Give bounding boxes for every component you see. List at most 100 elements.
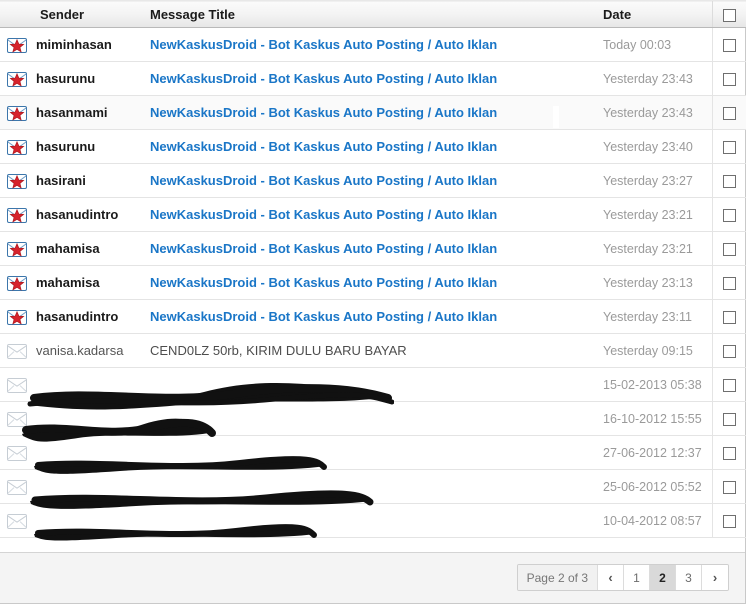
sender-cell[interactable]: [34, 503, 146, 538]
message-status-icon-cell: [0, 401, 34, 436]
column-header-sender[interactable]: Sender: [34, 0, 146, 28]
message-title-link[interactable]: NewKaskusDroid - Bot Kaskus Auto Posting…: [150, 275, 497, 290]
envelope-new-star-icon[interactable]: [7, 71, 27, 87]
envelope-new-star-icon[interactable]: [7, 105, 27, 121]
message-title-cell[interactable]: NewKaskusDroid - Bot Kaskus Auto Posting…: [146, 163, 594, 198]
row-checkbox[interactable]: [722, 175, 736, 189]
pagination-page-1[interactable]: 1: [624, 565, 650, 590]
envelope-new-star-icon[interactable]: [7, 309, 27, 325]
table-row[interactable]: vanisa.kadarsa CEND0LZ 50rb, KIRIM DULU B…: [0, 333, 746, 368]
table-row[interactable]: mahamisa NewKaskusDroid - Bot Kaskus Auto…: [0, 265, 746, 300]
row-select-cell: [711, 401, 746, 436]
message-title-cell[interactable]: CEND0LZ 50rb, KIRIM DULU BARU BAYAR: [146, 333, 594, 368]
sender-cell[interactable]: hasurunu: [34, 61, 146, 96]
row-checkbox[interactable]: [722, 209, 736, 223]
row-checkbox[interactable]: [722, 413, 736, 427]
date-cell: 16-10-2012 15:55: [594, 401, 712, 436]
sender-cell[interactable]: hasirani: [34, 163, 146, 198]
message-title-cell[interactable]: NewKaskusDroid - Bot Kaskus Auto Posting…: [146, 27, 594, 62]
sender-cell[interactable]: mahamisa: [34, 231, 146, 266]
sender-cell[interactable]: [34, 469, 146, 504]
message-title-cell[interactable]: NewKaskusDroid - Bot Kaskus Auto Posting…: [146, 95, 594, 130]
table-row[interactable]: miminhasan NewKaskusDroid - Bot Kaskus Au…: [0, 27, 746, 62]
table-row[interactable]: 10-04-2012 08:57: [0, 503, 746, 538]
table-row[interactable]: 25-06-2012 05:52: [0, 469, 746, 504]
row-checkbox[interactable]: [722, 447, 736, 461]
row-checkbox[interactable]: [722, 39, 736, 53]
table-row[interactable]: 16-10-2012 15:55: [0, 401, 746, 436]
sender-cell[interactable]: hasurunu: [34, 129, 146, 164]
envelope-read-icon[interactable]: [7, 343, 27, 359]
message-title-cell[interactable]: [146, 367, 594, 402]
table-row[interactable]: 15-02-2013 05:38: [0, 367, 746, 402]
row-checkbox[interactable]: [722, 345, 736, 359]
message-title-cell[interactable]: [146, 469, 594, 504]
pagination-next-button[interactable]: ›: [702, 565, 728, 590]
date-cell: Yesterday 23:43: [594, 95, 712, 130]
message-title-link[interactable]: NewKaskusDroid - Bot Kaskus Auto Posting…: [150, 37, 497, 52]
date-cell: Yesterday 23:40: [594, 129, 712, 164]
row-checkbox[interactable]: [722, 73, 736, 87]
row-checkbox[interactable]: [722, 141, 736, 155]
sender-cell[interactable]: miminhasan: [34, 27, 146, 62]
select-all-checkbox[interactable]: [722, 8, 736, 22]
message-title-cell[interactable]: NewKaskusDroid - Bot Kaskus Auto Posting…: [146, 197, 594, 232]
column-header-message-title[interactable]: Message Title: [146, 0, 594, 28]
table-row[interactable]: hasanudintro NewKaskusDroid - Bot Kaskus …: [0, 197, 746, 232]
envelope-new-star-icon[interactable]: [7, 139, 27, 155]
message-title-text[interactable]: CEND0LZ 50rb, KIRIM DULU BARU BAYAR: [150, 343, 407, 358]
pagination-page-3[interactable]: 3: [676, 565, 702, 590]
message-title-link[interactable]: NewKaskusDroid - Bot Kaskus Auto Posting…: [150, 207, 497, 222]
sender-cell[interactable]: [34, 401, 146, 436]
message-title-link[interactable]: NewKaskusDroid - Bot Kaskus Auto Posting…: [150, 309, 497, 324]
table-row[interactable]: hasanmami NewKaskusDroid - Bot Kaskus Aut…: [0, 95, 746, 130]
sender-cell[interactable]: vanisa.kadarsa: [34, 333, 146, 368]
sender-cell[interactable]: hasanudintro: [34, 197, 146, 232]
envelope-new-star-icon[interactable]: [7, 275, 27, 291]
message-title-link[interactable]: NewKaskusDroid - Bot Kaskus Auto Posting…: [150, 105, 497, 120]
table-row[interactable]: hasirani NewKaskusDroid - Bot Kaskus Auto…: [0, 163, 746, 198]
sender-cell[interactable]: hasanmami: [34, 95, 146, 130]
sender-cell[interactable]: mahamisa: [34, 265, 146, 300]
envelope-read-icon[interactable]: [7, 445, 27, 461]
envelope-new-star-icon[interactable]: [7, 241, 27, 257]
message-title-cell[interactable]: NewKaskusDroid - Bot Kaskus Auto Posting…: [146, 61, 594, 96]
message-title-cell[interactable]: NewKaskusDroid - Bot Kaskus Auto Posting…: [146, 265, 594, 300]
message-title-link[interactable]: NewKaskusDroid - Bot Kaskus Auto Posting…: [150, 139, 497, 154]
pagination-prev-button[interactable]: ‹: [598, 565, 624, 590]
message-title-cell[interactable]: NewKaskusDroid - Bot Kaskus Auto Posting…: [146, 231, 594, 266]
row-checkbox[interactable]: [722, 277, 736, 291]
message-title-link[interactable]: NewKaskusDroid - Bot Kaskus Auto Posting…: [150, 241, 497, 256]
message-title-cell[interactable]: NewKaskusDroid - Bot Kaskus Auto Posting…: [146, 299, 594, 334]
envelope-read-icon[interactable]: [7, 513, 27, 529]
table-row[interactable]: hasanudintro NewKaskusDroid - Bot Kaskus …: [0, 299, 746, 334]
row-checkbox[interactable]: [722, 311, 736, 325]
column-header-date[interactable]: Date: [594, 0, 712, 28]
envelope-new-star-icon[interactable]: [7, 37, 27, 53]
table-row[interactable]: mahamisa NewKaskusDroid - Bot Kaskus Auto…: [0, 231, 746, 266]
pagination-page-2[interactable]: 2: [650, 565, 676, 590]
message-title-cell[interactable]: [146, 435, 594, 470]
envelope-new-star-icon[interactable]: [7, 173, 27, 189]
message-title-cell[interactable]: [146, 503, 594, 538]
table-row[interactable]: 27-06-2012 12:37: [0, 435, 746, 470]
message-title-link[interactable]: NewKaskusDroid - Bot Kaskus Auto Posting…: [150, 173, 497, 188]
table-row[interactable]: hasurunu NewKaskusDroid - Bot Kaskus Auto…: [0, 129, 746, 164]
envelope-new-star-icon[interactable]: [7, 207, 27, 223]
row-checkbox[interactable]: [722, 481, 736, 495]
envelope-read-icon[interactable]: [7, 479, 27, 495]
row-select-cell: [711, 333, 746, 368]
envelope-read-icon[interactable]: [7, 377, 27, 393]
row-checkbox[interactable]: [722, 107, 736, 121]
row-checkbox[interactable]: [722, 243, 736, 257]
envelope-read-icon[interactable]: [7, 411, 27, 427]
message-title-link[interactable]: NewKaskusDroid - Bot Kaskus Auto Posting…: [150, 71, 497, 86]
row-checkbox[interactable]: [722, 515, 736, 529]
message-title-cell[interactable]: NewKaskusDroid - Bot Kaskus Auto Posting…: [146, 129, 594, 164]
sender-cell[interactable]: [34, 435, 146, 470]
row-checkbox[interactable]: [722, 379, 736, 393]
sender-cell[interactable]: hasanudintro: [34, 299, 146, 334]
sender-cell[interactable]: [34, 367, 146, 402]
table-row[interactable]: hasurunu NewKaskusDroid - Bot Kaskus Auto…: [0, 61, 746, 96]
message-title-cell[interactable]: [146, 401, 594, 436]
